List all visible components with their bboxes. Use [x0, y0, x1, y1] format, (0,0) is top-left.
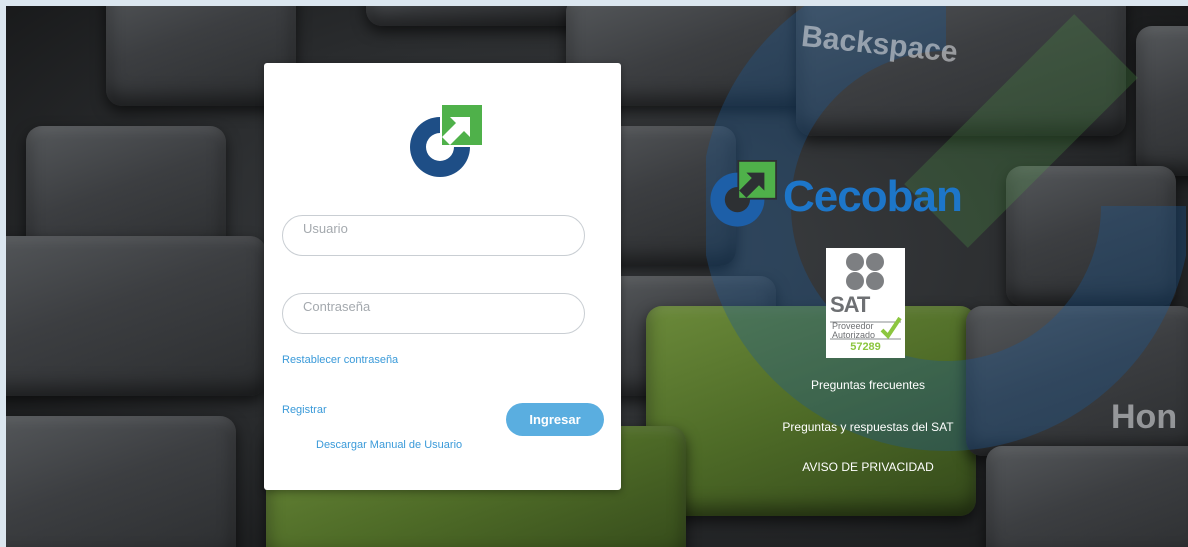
- password-input[interactable]: [303, 299, 563, 314]
- privacy-notice-link[interactable]: AVISO DE PRIVACIDAD: [758, 460, 978, 474]
- username-input[interactable]: [303, 221, 563, 236]
- cecoban-brand-icon: [710, 160, 777, 227]
- keyboard-key: [1136, 26, 1188, 176]
- keyboard-key: [6, 236, 266, 396]
- sat-line2: Autorizado: [832, 330, 876, 340]
- keyboard-key: [986, 446, 1188, 547]
- sat-faq-link[interactable]: Preguntas y respuestas del SAT: [758, 420, 978, 434]
- cecoban-brand: Cecoban: [705, 160, 985, 232]
- reset-password-link[interactable]: Restablecer contraseña: [282, 354, 398, 366]
- sat-title: SAT: [830, 292, 870, 317]
- sat-badge: SAT Proveedor Autorizado 57289: [826, 248, 905, 358]
- page: Backspace Hon Restablecer contraseña Reg…: [0, 0, 1188, 547]
- register-link[interactable]: Registrar: [282, 404, 327, 416]
- keyboard-key-green: [646, 306, 976, 516]
- keyboard-key: [1006, 166, 1176, 306]
- login-card: Restablecer contraseña Registrar Ingresa…: [264, 63, 621, 490]
- download-manual-link[interactable]: Descargar Manual de Usuario: [316, 439, 462, 451]
- brand-name: Cecoban: [783, 172, 963, 221]
- key-label-home: Hon: [1111, 398, 1178, 436]
- username-field[interactable]: [282, 215, 585, 256]
- cecoban-logo-icon: [410, 103, 484, 177]
- faq-link[interactable]: Preguntas frecuentes: [758, 378, 978, 392]
- password-field[interactable]: [282, 293, 585, 334]
- keyboard-key: [366, 6, 596, 26]
- keyboard-key: [6, 416, 236, 547]
- login-button[interactable]: Ingresar: [506, 403, 604, 436]
- sat-number: 57289: [850, 341, 881, 353]
